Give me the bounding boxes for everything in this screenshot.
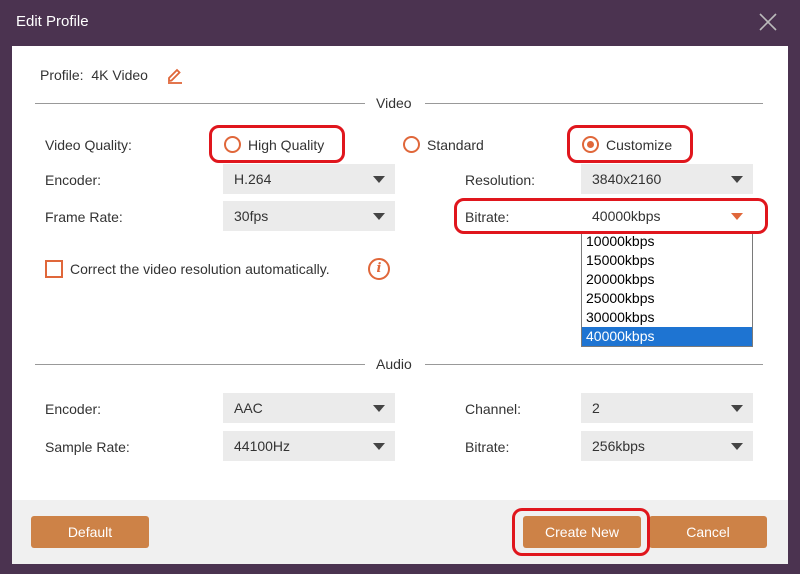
bitrate-option[interactable]: 20000kbps [582,270,752,289]
bitrate-option[interactable]: 25000kbps [582,289,752,308]
radio-standard-label[interactable]: Standard [427,137,484,153]
channel-value: 2 [592,400,600,416]
video-bitrate-label: Bitrate: [465,209,510,225]
bitrate-option-selected[interactable]: 40000kbps [582,327,752,346]
audio-divider-right [425,364,763,365]
title-bar [0,0,800,46]
create-new-button[interactable]: Create New [523,516,641,548]
info-icon[interactable]: i [368,258,390,280]
audio-bitrate-select[interactable]: 256kbps [581,431,753,461]
audio-encoder-label: Encoder: [45,401,102,417]
chevron-down-icon [731,213,743,220]
bitrate-option[interactable]: 10000kbps [582,232,752,251]
audio-encoder-value: AAC [234,400,263,416]
chevron-down-icon [373,405,385,412]
channel-select[interactable]: 2 [581,393,753,423]
video-divider-right [425,103,763,104]
video-bitrate-value: 40000kbps [592,208,661,224]
frame-rate-select[interactable]: 30fps [223,201,395,231]
chevron-down-icon [373,176,385,183]
audio-encoder-select[interactable]: AAC [223,393,395,423]
resolution-value: 3840x2160 [592,171,662,187]
frame-rate-label: Frame Rate: [45,209,123,225]
chevron-down-icon [373,443,385,450]
profile-name: Profile: 4K Video [40,67,148,83]
chevron-down-icon [731,176,743,183]
correct-resolution-label[interactable]: Correct the video resolution automatical… [70,261,330,277]
radio-high-quality[interactable] [224,136,241,153]
cancel-button[interactable]: Cancel [649,516,767,548]
pencil-icon[interactable] [166,66,184,84]
audio-bitrate-value: 256kbps [592,438,645,454]
video-bitrate-select[interactable]: 40000kbps [581,201,753,231]
video-quality-label: Video Quality: [45,137,132,153]
bitrate-option[interactable]: 15000kbps [582,251,752,270]
sample-rate-value: 44100Hz [234,438,291,454]
window-title: Edit Profile [16,13,89,30]
chevron-down-icon [731,405,743,412]
audio-divider-left [35,364,365,365]
resolution-select[interactable]: 3840x2160 [581,164,753,194]
radio-customize-label[interactable]: Customize [606,137,672,153]
video-encoder-label: Encoder: [45,172,102,188]
radio-standard[interactable] [403,136,420,153]
close-icon[interactable] [756,10,780,34]
default-button[interactable]: Default [31,516,149,548]
video-divider-left [35,103,365,104]
correct-resolution-checkbox[interactable] [45,260,63,278]
chevron-down-icon [373,213,385,220]
sample-rate-select[interactable]: 44100Hz [223,431,395,461]
bitrate-option[interactable]: 30000kbps [582,308,752,327]
channel-label: Channel: [465,401,522,417]
video-encoder-value: H.264 [234,171,272,187]
audio-section-title: Audio [376,356,412,372]
chevron-down-icon [731,443,743,450]
radio-customize[interactable] [582,136,599,153]
video-encoder-select[interactable]: H.264 [223,164,395,194]
audio-bitrate-label: Bitrate: [465,439,510,455]
video-section-title: Video [376,95,412,111]
sample-rate-label: Sample Rate: [45,439,130,455]
resolution-label: Resolution: [465,172,536,188]
radio-high-quality-label[interactable]: High Quality [248,137,324,153]
bitrate-dropdown-list: 10000kbps 15000kbps 20000kbps 25000kbps … [581,231,753,347]
frame-rate-value: 30fps [234,208,269,224]
